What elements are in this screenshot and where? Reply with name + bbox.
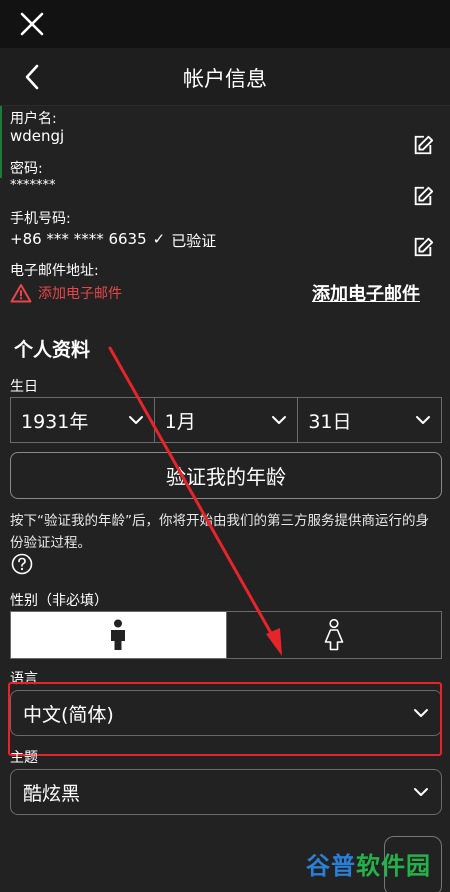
email-warning-text: 添加电子邮件 (38, 286, 122, 302)
chevron-down-icon (128, 416, 143, 424)
female-icon (324, 619, 344, 651)
phone-row: +86 *** **** 6635 ✓ 已验证 (10, 230, 216, 251)
gender-female-button[interactable] (226, 611, 442, 659)
gender-male-button[interactable] (10, 611, 227, 659)
chevron-down-icon (416, 416, 431, 424)
username-label: 用户名: (10, 111, 57, 127)
watermark: 谷普软件园 (306, 846, 431, 881)
edit-icon[interactable] (412, 134, 434, 156)
phone-label: 手机号码: (10, 211, 71, 227)
year-value: 1931年 (21, 410, 89, 433)
theme-select[interactable]: 酷炫黑 (10, 769, 442, 815)
email-label: 电子邮件地址: (10, 263, 99, 279)
password-value: ******* (10, 178, 56, 193)
profile-section-title: 个人资料 (14, 339, 91, 361)
verify-note: 按下“验证我的年龄”后，你将开始由我们的第三方服务提供商运行的身份验证过程。 (10, 513, 429, 551)
top-bar (0, 0, 450, 48)
chevron-down-icon (414, 788, 428, 796)
birthday-selects: 1931年 1月 31日 (10, 397, 443, 443)
add-email-link[interactable]: 添加电子邮件 (312, 280, 420, 306)
warning-icon (10, 284, 32, 303)
theme-value: 酷炫黑 (23, 782, 81, 805)
page-header: 帐户信息 (0, 48, 450, 106)
day-select[interactable]: 31日 (298, 397, 443, 443)
highlight-box (8, 682, 442, 756)
close-icon[interactable] (14, 6, 50, 42)
edit-icon[interactable] (412, 185, 434, 207)
verified-status: 已验证 (171, 232, 217, 250)
watermark-part1: 谷普 (306, 852, 356, 880)
username-value: wdengj (10, 127, 65, 145)
verified-check: ✓ (152, 230, 166, 248)
chevron-down-icon (272, 416, 287, 424)
password-label: 密码: (10, 161, 43, 177)
male-icon (111, 619, 126, 650)
birthday-label: 生日 (10, 379, 38, 395)
day-value: 31日 (308, 410, 352, 433)
month-value: 1月 (164, 410, 196, 433)
email-warning: 添加电子邮件 (10, 283, 122, 303)
year-select[interactable]: 1931年 (10, 397, 155, 443)
theme-label: 主题 (10, 750, 38, 766)
left-accent-line (0, 106, 2, 178)
help-icon[interactable] (11, 553, 33, 575)
phone-value: +86 *** **** 6635 (10, 230, 147, 248)
page-title: 帐户信息 (183, 67, 267, 91)
month-select[interactable]: 1月 (154, 397, 299, 443)
gender-selector (10, 611, 442, 659)
annotation-arrow (108, 346, 282, 656)
watermark-part2: 软件园 (356, 852, 431, 880)
verify-age-button[interactable]: 验证我的年龄 (10, 452, 442, 499)
edit-icon[interactable] (412, 236, 434, 258)
gender-label: 性别（非必填） (10, 593, 108, 609)
